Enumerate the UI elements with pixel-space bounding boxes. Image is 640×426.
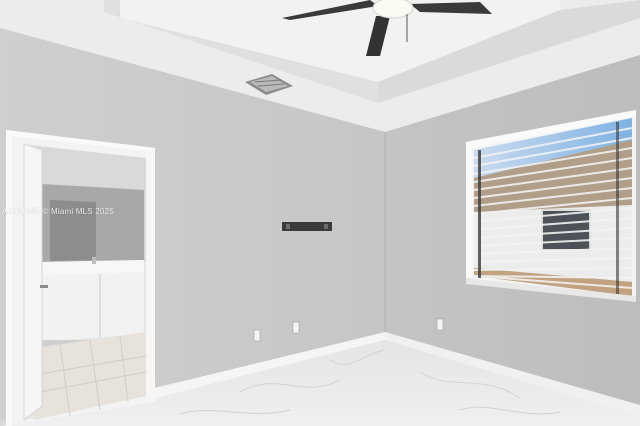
door-handle [40,285,48,288]
mls-watermark: A1231585 © Miami MLS 2025 [2,207,114,216]
outlet [253,329,261,342]
outlet [436,318,444,331]
window [466,110,636,302]
room-photo: A1231585 © Miami MLS 2025 [0,0,640,426]
vanity-cabinet [40,272,144,342]
open-door [23,143,43,422]
outlet [292,321,300,334]
bathroom-doorway [6,130,155,426]
